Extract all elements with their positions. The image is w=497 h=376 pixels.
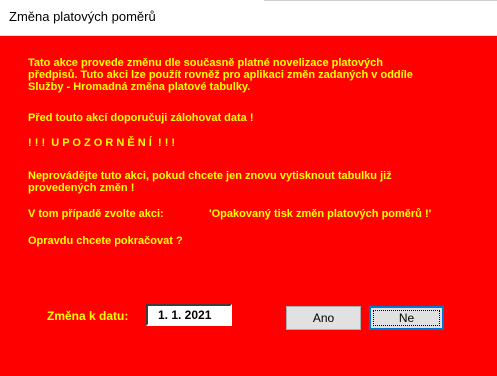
do-not-run-line-2: provedených změn ! <box>28 182 135 194</box>
intro-line-3: Služby - Hromadná změna platové tabulky. <box>28 81 251 93</box>
alternative-action: 'Opakovaný tisk změn platových poměrů !' <box>209 208 432 220</box>
background-window-edge <box>264 0 497 1</box>
intro-line-1: Tato akce provede změnu dle současně pla… <box>28 57 383 69</box>
no-button[interactable]: Ne <box>369 306 444 330</box>
do-not-run-line-1: Neprovádějte tuto akci, pokud chcete jen… <box>28 170 392 182</box>
confirm-question: Opravdu chcete pokračovat ? <box>28 235 183 247</box>
warning-heading: ! ! ! U P O Z O R N Ě N Í ! ! ! <box>28 137 176 149</box>
date-input[interactable]: 1. 1. 2021 <box>146 304 232 326</box>
date-label: Změna k datu: <box>47 309 129 323</box>
intro-line-2: předpisů. Tuto akci lze použít rovněž pr… <box>28 69 413 81</box>
dialog-window: Změna platových poměrů Tato akce provede… <box>0 0 497 376</box>
backup-note: Před touto akcí doporučuji zálohovat dat… <box>28 112 254 124</box>
alternative-prefix: V tom případě zvolte akci: <box>28 208 164 220</box>
window-title: Změna platových poměrů <box>9 9 156 24</box>
yes-button[interactable]: Ano <box>286 306 361 330</box>
focus-rectangle <box>373 310 440 326</box>
title-bar[interactable]: Změna platových poměrů <box>0 0 497 36</box>
